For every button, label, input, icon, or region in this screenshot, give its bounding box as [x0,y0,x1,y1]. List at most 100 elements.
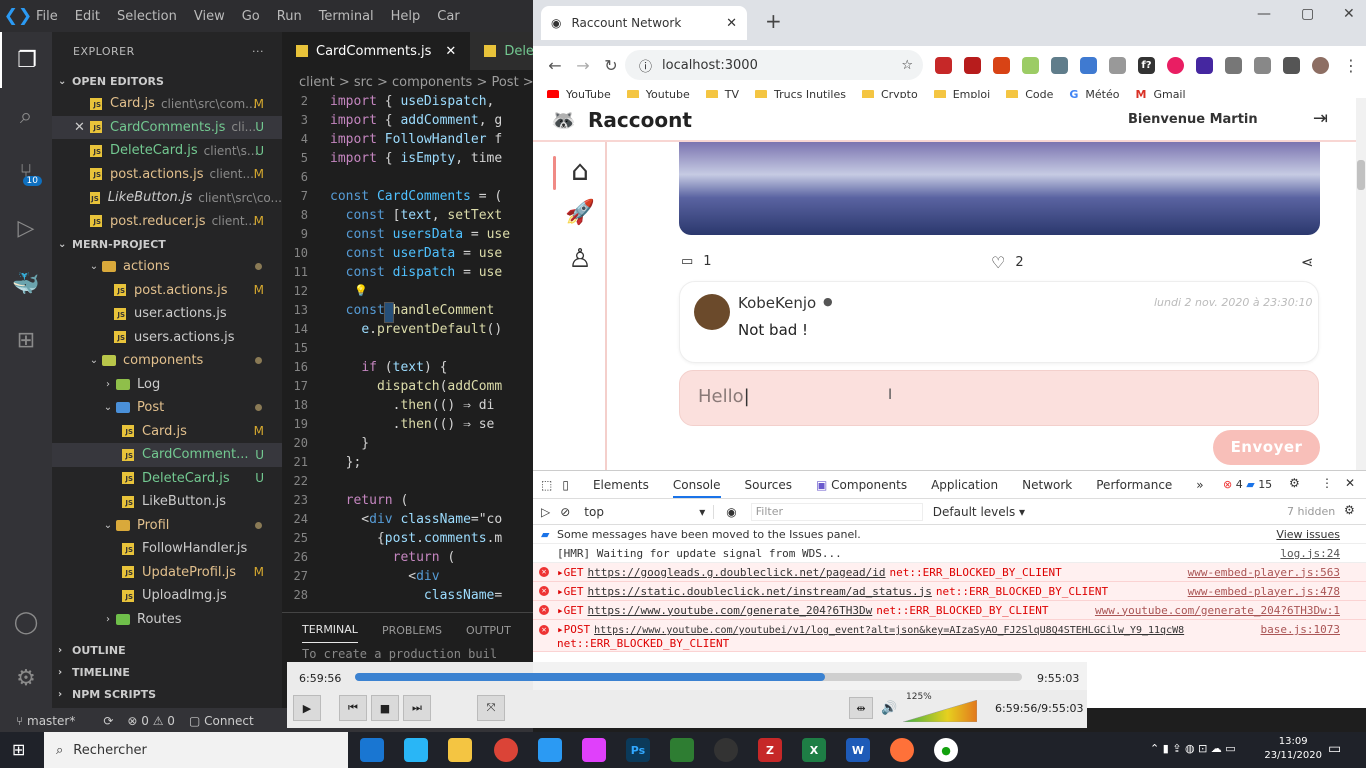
manage-gear-icon[interactable]: ⚙ [0,650,52,706]
folder-profil[interactable]: ⌄ Profil [52,514,282,538]
code-line[interactable]: 9 const usersData = use [282,227,533,246]
extension-icon[interactable] [935,56,952,74]
more-actions-icon[interactable]: ··· [252,45,264,58]
file-post-actions[interactable]: JS post.actions.js M [52,279,282,303]
lightbulb-icon[interactable]: 💡 [354,284,368,297]
comment-author[interactable]: KobeKenjo [738,294,816,312]
file-cardcomments[interactable]: JS CardComment... U [52,443,282,467]
device-toolbar-icon[interactable]: ▯ [562,478,569,492]
log-levels-select[interactable]: Default levels ▾ [933,505,1025,519]
code-line[interactable]: 25 {post. comments .m [282,531,533,550]
code-line[interactable]: 2 import { useDispatch, [282,94,533,113]
folder-actions[interactable]: ⌄ actions [52,255,282,279]
file-updateprofil[interactable]: JS UpdateProfil.js M [52,561,282,585]
source-link[interactable]: www-embed-player.js:478 [1188,585,1340,598]
problems-status[interactable]: ⊗ 0 ⚠ 0 [127,714,175,728]
maximize-icon[interactable]: ▢ [1301,6,1314,22]
folder-log[interactable]: › Log [52,373,282,397]
connect-status[interactable]: ▢ Connect [189,714,268,728]
code-line[interactable]: 5 import { isEmpty, time [282,151,533,170]
eye-icon[interactable]: ◉ [726,505,736,519]
brand-name[interactable]: Raccoont [588,108,692,132]
windows-start-icon[interactable]: ⊞ [12,740,25,759]
menu-file[interactable]: File [36,9,58,24]
devtools-close-icon[interactable]: ✕ [1345,476,1355,490]
app-icon[interactable] [404,738,428,762]
filezilla-icon[interactable]: Z [758,738,782,762]
dt-tab-sources[interactable]: Sources [745,478,792,492]
error-url[interactable]: https://www.youtube.com/generate_204?6TH… [588,604,873,617]
back-icon[interactable]: ← [541,56,569,75]
code-line[interactable]: 18 . then(() ⇒ di [282,398,533,417]
menu-view[interactable]: View [194,9,225,24]
menu-go[interactable]: Go [242,9,260,24]
extension-icon[interactable]: f? [1138,56,1155,74]
dt-tab-application[interactable]: Application [931,478,998,492]
fullscreen-icon[interactable]: ⤧ [477,695,505,721]
console-sidebar-icon[interactable]: ▷ [541,505,550,519]
extension-icon[interactable] [1109,56,1126,74]
code-line[interactable]: 13 const handleComment [282,302,533,323]
console-filter-input[interactable]: Filter [750,502,923,521]
extension-icon[interactable] [1254,56,1271,74]
file-likebutton[interactable]: JS LikeButton.js [52,490,282,514]
source-control-icon[interactable]: ⑂ 10 [0,144,52,200]
minimize-icon[interactable]: — [1257,6,1271,22]
volume-slider[interactable] [903,700,977,722]
file-uploadimg[interactable]: JS UploadImg.js [52,584,282,608]
puzzle-extensions-icon[interactable] [1283,56,1300,74]
browser-tab[interactable]: ◉ Raccount Network ✕ [541,6,747,40]
code-area[interactable]: 2 import { useDispatch, 3 import { addComme… [282,94,533,607]
source-link[interactable]: www.youtube.com/generate_204?6TH3Dw:1 [1095,604,1340,617]
code-line[interactable]: 23 return ( [282,493,533,512]
explorer-icon[interactable]: ❐ [0,32,52,88]
error-url[interactable]: https://static.doubleclick.net/instream/… [588,585,932,598]
code-line[interactable]: 26 return ( [282,550,533,569]
word-icon[interactable]: W [846,738,870,762]
tab-output[interactable]: OUTPUT [466,624,511,637]
tab-problems[interactable]: PROBLEMS [382,624,442,637]
folder-post[interactable]: ⌄ Post [52,396,282,420]
tab-close-icon[interactable]: ✕ [726,16,737,31]
reload-icon[interactable]: ↻ [597,56,625,75]
dt-tab-elements[interactable]: Elements [593,478,649,492]
menu-terminal[interactable]: Terminal [319,9,374,24]
open-editor-likebutton[interactable]: JS LikeButton.js client\src\co... [52,186,282,210]
code-line[interactable]: 17 dispatch(addComm [282,379,533,398]
code-line[interactable]: 28 className = [282,588,533,607]
stop-icon[interactable]: ■ [371,695,399,721]
code-line[interactable]: 24 < div className ="co [282,512,533,531]
outline-section[interactable]: › OUTLINE [52,639,282,661]
breadcrumb[interactable]: client > src > components > Post > [282,70,534,94]
code-line[interactable]: 20 } [282,436,533,455]
extension-icon[interactable] [1196,56,1213,74]
extensions-icon[interactable]: ⊞ [0,312,52,368]
comments-button[interactable]: ▭ 1 [681,254,712,269]
inspect-icon[interactable]: ⬚ [541,478,552,492]
notifications-icon[interactable]: ▭ [1328,741,1341,757]
project-header[interactable]: ⌄ MERN-PROJECT [52,233,282,255]
code-line[interactable]: 8 const [text, setText [282,208,533,227]
run-debug-icon[interactable]: ▷ [0,200,52,256]
avatar[interactable] [694,294,730,330]
code-line[interactable]: 4 import FollowHandler f [282,132,533,151]
tab-terminal[interactable]: TERMINAL [302,623,358,643]
source-link[interactable]: log.js:24 [1280,547,1340,560]
menu-run[interactable]: Run [277,9,302,24]
figma-icon[interactable] [582,738,606,762]
devtools-menu-icon[interactable]: ⋮ [1321,476,1333,490]
previous-icon[interactable]: ⏮ [339,695,367,721]
send-button[interactable]: Envoyer [1213,430,1320,465]
obs-icon[interactable] [714,738,738,762]
taskbar-search[interactable]: ⌕ Rechercher [44,732,348,768]
timeline-section[interactable]: › TIMELINE [52,661,282,683]
extension-icon[interactable] [1051,56,1068,74]
seek-bar[interactable] [355,673,1022,681]
view-issues-link[interactable]: View issues [1276,528,1340,541]
chrome-menu-icon[interactable]: ⋮ [1343,56,1359,75]
home-icon[interactable]: ⌂ [563,154,597,188]
settings-gear-icon[interactable]: ⚙ [1289,476,1300,490]
app-icon[interactable]: ● [934,738,958,762]
excel-icon[interactable]: X [802,738,826,762]
git-branch[interactable]: ⑂ master* [16,714,89,728]
